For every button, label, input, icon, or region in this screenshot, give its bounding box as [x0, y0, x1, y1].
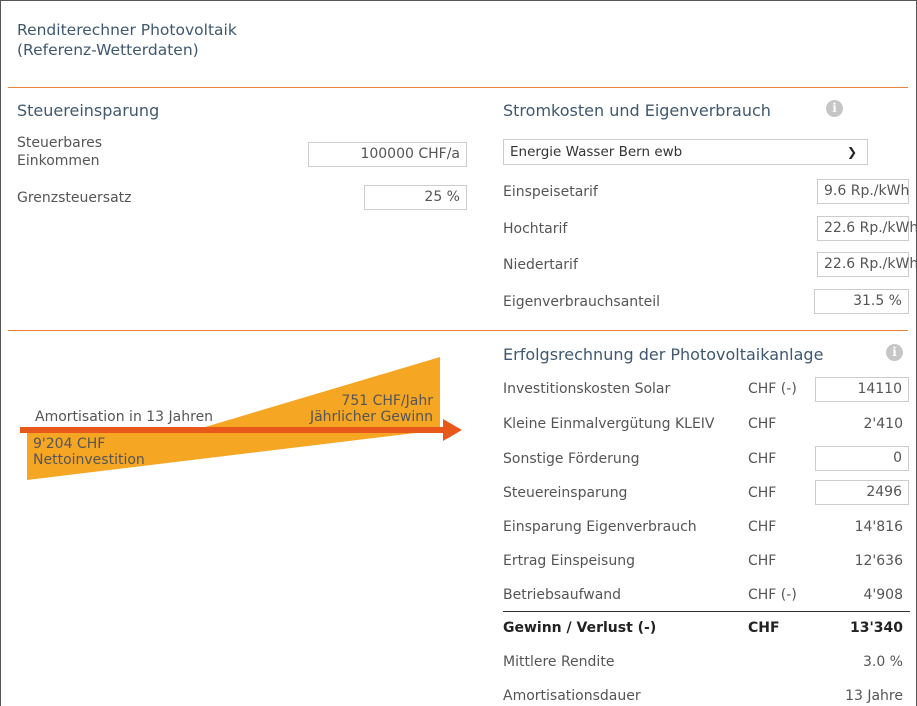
income-label: Steuerbares Einkommen — [17, 134, 102, 170]
section-divider-top — [8, 87, 908, 88]
tax-rate-input[interactable]: 25 % — [364, 185, 467, 210]
total-divider — [503, 611, 910, 612]
page-title-line2: (Referenz-Wetterdaten) — [17, 41, 199, 59]
tax-saving-label: Steuereinsparung — [503, 485, 628, 501]
self-consumption-saving-value: 14'816 — [854, 519, 903, 535]
other-subsidy-unit: CHF — [748, 451, 777, 467]
invest-cost-label: Investitionskosten Solar — [503, 381, 671, 397]
amortisation-graphic: Amortisation in 13 Jahren 751 CHF/Jahr J… — [20, 357, 462, 480]
high-tariff-input[interactable]: 22.6 Rp./kWh — [817, 216, 917, 241]
operating-cost-unit: CHF (-) — [748, 587, 797, 603]
total-label: Gewinn / Verlust (-) — [503, 620, 657, 636]
info-icon-result[interactable]: i — [886, 344, 903, 361]
operating-cost-value: 4'908 — [863, 587, 903, 603]
self-consumption-input[interactable]: 31.5 % — [814, 289, 909, 314]
yield-label: Mittlere Rendite — [503, 654, 615, 670]
duration-value: 13 Jahre — [845, 688, 903, 704]
self-consumption-saving-unit: CHF — [748, 519, 777, 535]
self-consumption-label: Eigenverbrauchsanteil — [503, 294, 661, 310]
low-tariff-label: Niedertarif — [503, 257, 578, 273]
feedin-tariff-input[interactable]: 9.6 Rp./kWh — [817, 179, 909, 204]
gain-amount-text: 751 CHF/Jahr — [341, 393, 433, 409]
investment-label-text: Nettoinvestition — [33, 452, 145, 468]
amortisation-text: Amortisation in 13 Jahren — [35, 409, 213, 425]
tax-saving-unit: CHF — [748, 485, 777, 501]
high-tariff-label: Hochtarif — [503, 221, 568, 237]
yield-value: 3.0 % — [862, 654, 903, 670]
income-label-line1: Steuerbares — [17, 135, 103, 151]
duration-label: Amortisationsdauer — [503, 688, 641, 704]
low-tariff-input[interactable]: 22.6 Rp./kWh — [817, 252, 917, 277]
rate-label: Grenzsteuersatz — [17, 190, 132, 206]
other-subsidy-input[interactable]: 0 — [815, 446, 909, 471]
operating-cost-label: Betriebsaufwand — [503, 587, 622, 603]
result-section-title: Erfolgsrechnung der Photovoltaikanlage — [503, 345, 824, 364]
chevron-down-icon: ❯ — [846, 145, 857, 159]
investment-amount-text: 9'204 CHF — [33, 436, 105, 452]
feedin-tariff-label: Einspeisetarif — [503, 184, 598, 200]
other-subsidy-label: Sonstige Förderung — [503, 451, 640, 467]
kleiv-value: 2'410 — [863, 416, 903, 432]
section-divider-middle — [8, 330, 908, 331]
arrow-right-icon — [443, 419, 462, 441]
tax-section-title: Steuereinsparung — [17, 101, 160, 120]
invest-cost-input[interactable]: 14110 — [815, 377, 909, 402]
provider-select[interactable]: Energie Wasser Bern ewb ❯ — [503, 139, 868, 165]
invest-cost-unit: CHF (-) — [748, 381, 797, 397]
feedin-yield-value: 12'636 — [854, 553, 903, 569]
timeline-arrow-shaft — [20, 427, 445, 433]
kleiv-unit: CHF — [748, 416, 777, 432]
kleiv-label: Kleine Einmalvergütung KLEIV — [503, 416, 715, 432]
total-value: 13'340 — [850, 620, 903, 636]
provider-select-value: Energie Wasser Bern ewb — [510, 144, 683, 160]
income-input[interactable]: 100000 CHF/a — [308, 142, 467, 167]
income-label-line2: Einkommen — [17, 153, 100, 169]
page-title: Renditerechner Photovoltaik (Referenz-We… — [17, 20, 337, 60]
page-title-line1: Renditerechner Photovoltaik — [17, 21, 237, 39]
total-unit: CHF — [748, 620, 780, 636]
power-section-title: Stromkosten und Eigenverbrauch — [503, 101, 771, 120]
self-consumption-saving-label: Einsparung Eigenverbrauch — [503, 519, 697, 535]
info-icon[interactable]: i — [826, 100, 843, 117]
feedin-yield-label: Ertrag Einspeisung — [503, 553, 635, 569]
gain-label-text: Jährlicher Gewinn — [309, 409, 433, 425]
tax-saving-input[interactable]: 2496 — [815, 480, 909, 505]
feedin-yield-unit: CHF — [748, 553, 777, 569]
